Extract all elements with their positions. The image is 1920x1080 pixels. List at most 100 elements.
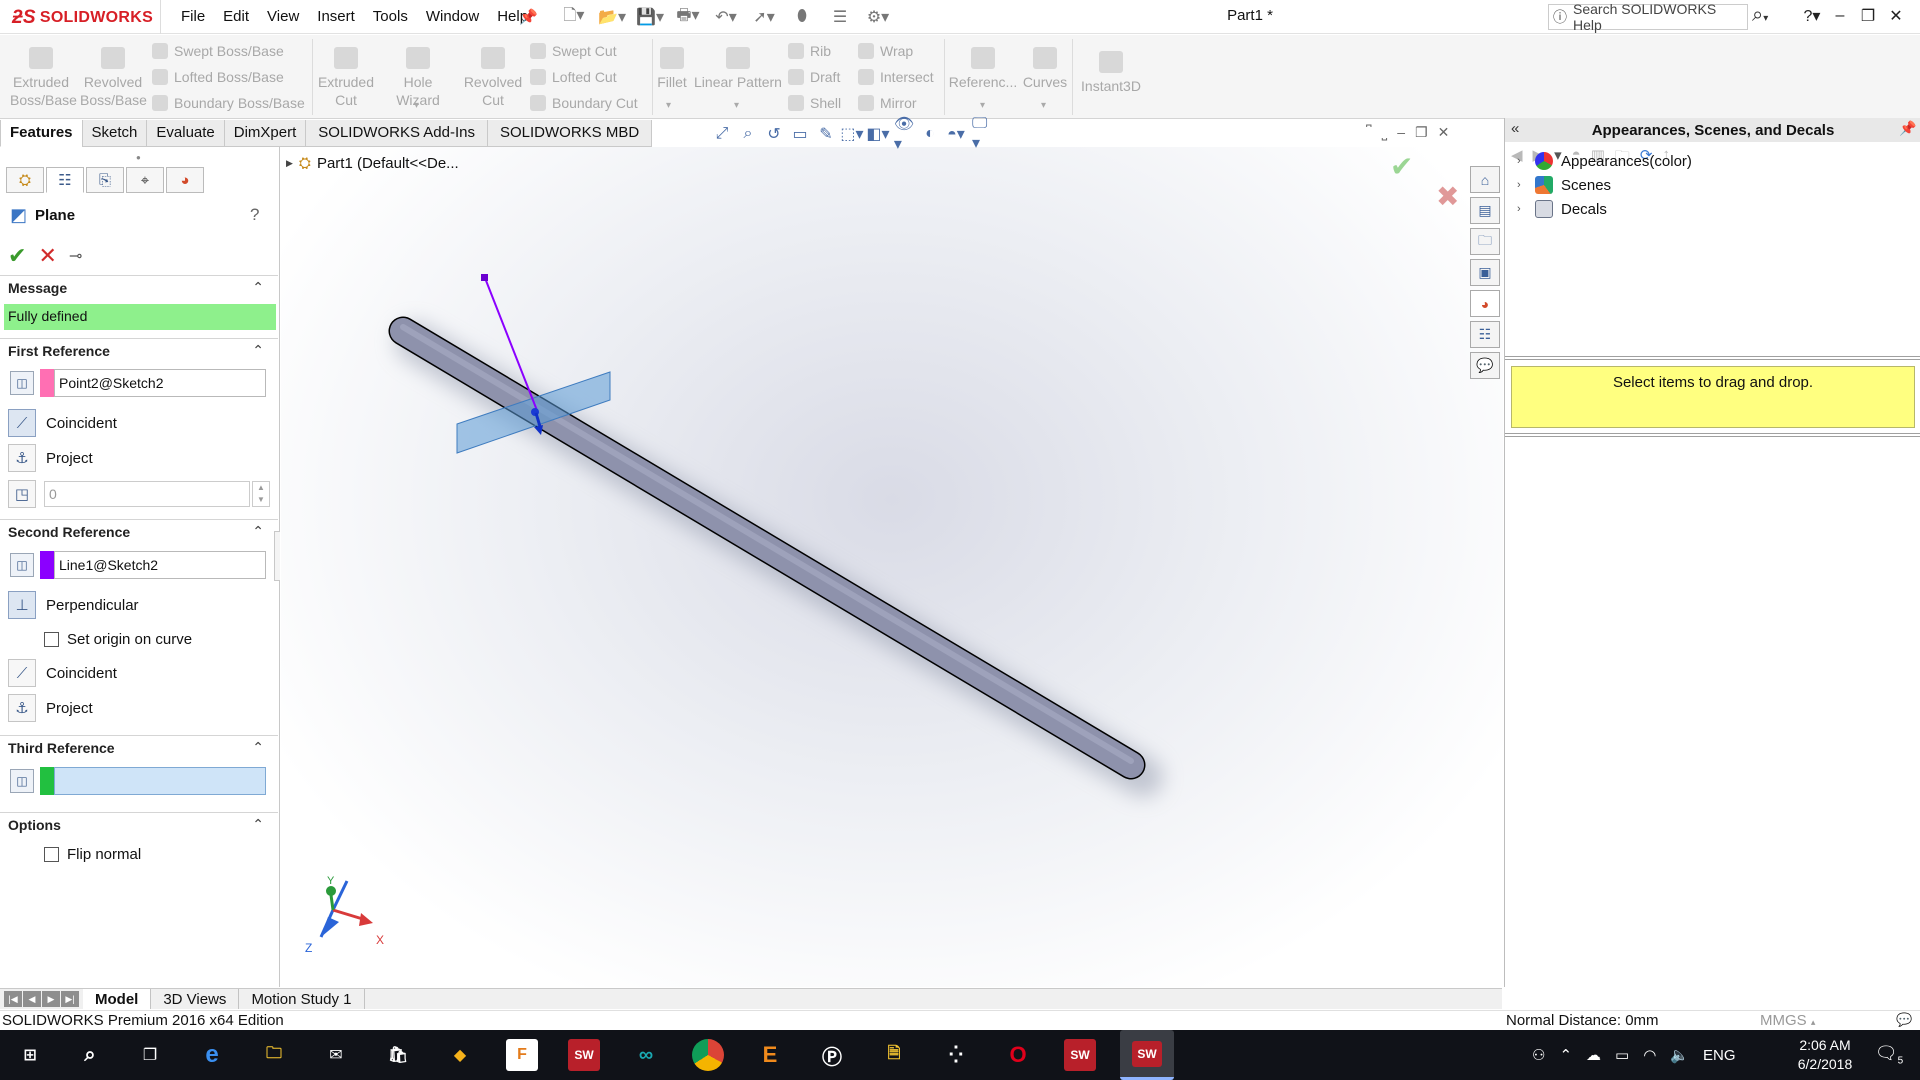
confirm-ok-icon[interactable]: ✔ <box>1390 150 1413 183</box>
custom-properties-icon[interactable]: ☷ <box>1470 321 1500 348</box>
tooltip-icon[interactable]: 💬 <box>1896 1012 1912 1028</box>
task-view-icon[interactable]: ❐ <box>134 1039 166 1071</box>
new-document-icon[interactable]: 🗋▾ <box>560 6 588 28</box>
chrome-icon[interactable] <box>692 1039 724 1071</box>
tab-sketch[interactable]: Sketch <box>81 120 148 147</box>
mirror-button[interactable]: Mirror <box>858 95 917 111</box>
chevron-up-icon[interactable]: ⌃ <box>252 816 264 833</box>
panel-splitter[interactable] <box>274 531 280 581</box>
next-tab-icon[interactable]: ▶ <box>42 991 60 1007</box>
display-manager-tab-icon[interactable]: ◕ <box>166 167 204 193</box>
revolved-boss-button[interactable]: Revolved Boss/Base <box>80 47 147 109</box>
solidworks-logo[interactable]: ƻS SOLIDWORKS <box>12 5 153 31</box>
keep-visible-pin-icon[interactable]: ⊸ <box>69 246 82 266</box>
close-icon[interactable]: ✕ <box>1884 5 1908 27</box>
tab-addins[interactable]: SOLIDWORKS Add-Ins <box>305 120 488 147</box>
extruded-cut-button[interactable]: Extruded Cut <box>316 47 376 109</box>
appearances-icon[interactable]: ◕ <box>1470 290 1500 317</box>
feature-manager-tab-icon[interactable]: ⛭ <box>6 167 44 193</box>
second-reference-field[interactable]: Line1@Sketch2 <box>54 551 266 579</box>
view-palette-icon[interactable]: ▣ <box>1470 259 1500 286</box>
reference-dropdown-icon[interactable]: ▾ <box>980 100 985 111</box>
display-style-icon[interactable]: ◧▾ <box>866 124 889 144</box>
restore-icon[interactable]: ❐ <box>1856 5 1880 27</box>
chevron-up-icon[interactable]: ⌃ <box>252 342 264 359</box>
expand-arrow-icon[interactable]: › <box>1517 203 1527 215</box>
previous-tab-icon[interactable]: ◀ <box>23 991 41 1007</box>
tab-motion-study[interactable]: Motion Study 1 <box>239 989 365 1009</box>
onedrive-icon[interactable]: ☁ <box>1586 1046 1601 1064</box>
swept-cut-button[interactable]: Swept Cut <box>530 43 617 59</box>
cancel-x-icon[interactable]: ✕ <box>38 243 56 269</box>
help-icon[interactable]: ? <box>250 205 259 225</box>
viewport-collapse-icon[interactable]: ⎴ <box>1366 124 1372 141</box>
message-section-header[interactable]: Message ⌃ <box>0 275 278 299</box>
confirm-cancel-icon[interactable]: ✖ <box>1436 180 1459 213</box>
swept-boss-button[interactable]: Swept Boss/Base <box>152 43 284 59</box>
file-explorer-icon[interactable]: 🗀 <box>1470 228 1500 255</box>
solidworks-active-taskbar-button[interactable]: SW <box>1120 1030 1174 1080</box>
app-e-icon[interactable]: E <box>754 1039 786 1071</box>
lofted-cut-button[interactable]: Lofted Cut <box>530 69 617 85</box>
tab-model[interactable]: Model <box>83 989 152 1009</box>
coincident-icon[interactable]: ⟋ <box>8 659 36 687</box>
tab-3d-views[interactable]: 3D Views <box>151 989 240 1009</box>
curves-dropdown-icon[interactable]: ▾ <box>1041 100 1046 111</box>
collapse-double-chevron-icon[interactable]: « <box>1511 120 1519 137</box>
edit-appearance-icon[interactable]: ◐ <box>920 124 940 144</box>
mail-icon[interactable]: ✉ <box>320 1039 352 1071</box>
flip-normal-checkbox[interactable] <box>44 847 59 862</box>
file-explorer-icon[interactable]: 🗀 <box>258 1039 290 1071</box>
wrap-button[interactable]: Wrap <box>858 43 913 59</box>
rod-body[interactable] <box>390 318 1144 778</box>
graphics-area[interactable]: X Y Z <box>281 147 1503 987</box>
python-file-icon[interactable]: 🗎 <box>878 1039 910 1071</box>
apply-scene-icon[interactable]: ◓▾ <box>946 124 966 144</box>
file-properties-icon[interactable]: ☰ <box>826 6 854 28</box>
battery-icon[interactable]: ▭ <box>1615 1046 1629 1064</box>
pin-menu-icon[interactable]: 📌 <box>519 8 538 26</box>
shell-button[interactable]: Shell <box>788 95 841 111</box>
store-icon[interactable]: 🛍 <box>382 1039 414 1071</box>
rib-button[interactable]: Rib <box>788 43 831 59</box>
set-origin-checkbox[interactable] <box>44 632 59 647</box>
second-reference-header[interactable]: Second Reference ⌃ <box>0 519 278 543</box>
reference-geometry-button[interactable]: Referenc... <box>948 47 1018 91</box>
edge-browser-icon[interactable]: e <box>196 1039 228 1071</box>
arduino-icon[interactable]: ∞ <box>630 1039 662 1071</box>
panel-resize-handle[interactable]: ● <box>136 153 141 162</box>
print-icon[interactable]: 🖶▾ <box>674 6 702 28</box>
menu-insert[interactable]: Insert <box>308 6 364 27</box>
draft-button[interactable]: Draft <box>788 69 840 85</box>
chevron-up-icon[interactable]: ⌃ <box>252 523 264 540</box>
dynamic-annotation-icon[interactable]: ✎ <box>816 124 836 144</box>
chevron-up-icon[interactable]: ⌃ <box>252 739 264 756</box>
menu-view[interactable]: View <box>258 6 308 27</box>
unit-system[interactable]: MMGS ▴ <box>1760 1012 1815 1029</box>
windows-start-icon[interactable]: ⊞ <box>14 1039 46 1071</box>
project-icon[interactable]: ⚓ <box>8 694 36 722</box>
linear-pattern-dropdown-icon[interactable]: ▾ <box>734 100 739 111</box>
first-reference-header[interactable]: First Reference ⌃ <box>0 338 278 362</box>
undo-icon[interactable]: ↶▾ <box>712 6 740 28</box>
dimxpert-manager-tab-icon[interactable]: ⌖ <box>126 167 164 193</box>
appearances-tree-item[interactable]: › Appearances(color) <box>1517 152 1692 170</box>
extruded-boss-button[interactable]: Extruded Boss/Base <box>10 47 77 109</box>
viewport-minimize-icon[interactable]: – <box>1397 124 1405 141</box>
project-icon[interactable]: ⚓ <box>8 444 36 472</box>
intersect-button[interactable]: Intersect <box>858 69 934 85</box>
third-reference-header[interactable]: Third Reference ⌃ <box>0 735 278 759</box>
angle-option[interactable]: ◳ <box>8 480 36 508</box>
search-help-input[interactable]: ⓘ Search SOLIDWORKS Help <box>1548 1 1748 33</box>
perpendicular-option[interactable]: ⊥ Perpendicular <box>8 591 139 619</box>
app-diamond-icon[interactable]: ◆ <box>444 1039 476 1071</box>
first-tab-icon[interactable]: |◀ <box>4 991 22 1007</box>
ok-check-icon[interactable]: ✔ <box>8 243 26 269</box>
pin-icon[interactable]: 📌 <box>1899 120 1916 137</box>
viewport-expand-icon[interactable]: ⎵ <box>1382 124 1388 141</box>
sketch-endpoint[interactable] <box>481 274 488 281</box>
help-dropdown-icon[interactable]: ?▾ <box>1800 5 1824 27</box>
app-f-icon[interactable]: F <box>506 1039 538 1071</box>
distance-spinner[interactable]: ▲ ▼ <box>252 481 270 507</box>
tab-mbd[interactable]: SOLIDWORKS MBD <box>487 120 653 147</box>
